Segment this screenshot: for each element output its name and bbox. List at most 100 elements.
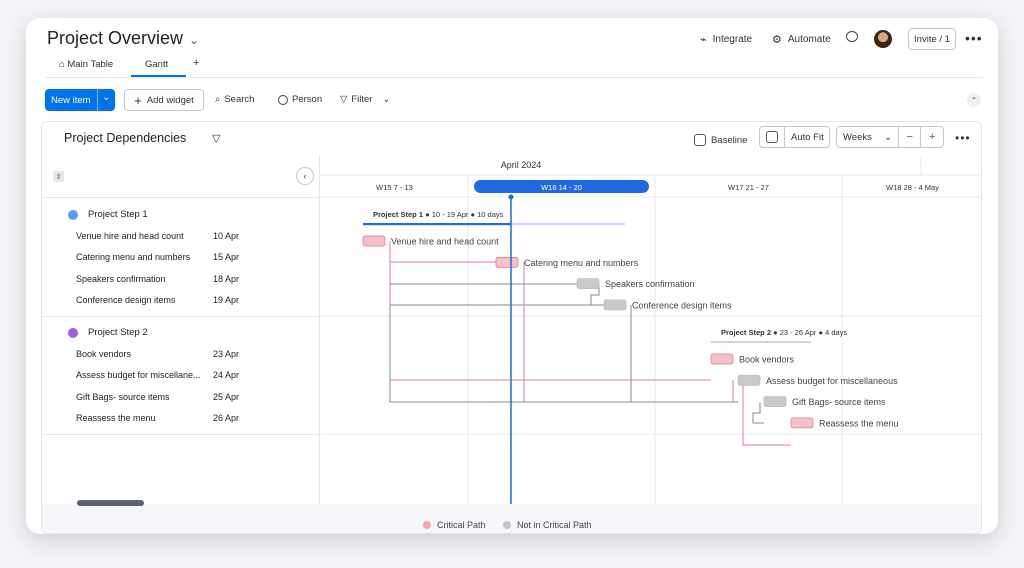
divider: [97, 89, 98, 111]
group-color-dot: [68, 210, 78, 220]
board-title[interactable]: Project Overview ⌄: [47, 28, 199, 49]
person-filter-button[interactable]: Person: [278, 94, 322, 105]
app-window: Project Overview ⌄ ⌁ Integrate ⚙ Automate I…: [26, 18, 998, 534]
task-bar: [763, 396, 787, 408]
month-label: April 2024: [501, 160, 542, 170]
add-widget-button[interactable]: + Add widget: [124, 89, 204, 111]
tab-gantt[interactable]: Gantt: [145, 59, 168, 70]
group-summary-label: Project Step 2 ● 23 - 26 Apr ● 4 days: [721, 328, 847, 337]
zoom-out-button[interactable]: −: [897, 126, 921, 148]
task-bar-label: Assess budget for miscellaneous: [766, 376, 898, 386]
group-summary-bar: [711, 341, 811, 343]
auto-fit-button[interactable]: Auto Fit: [759, 126, 830, 148]
task-bar: [737, 374, 761, 386]
task-date[interactable]: 25 Apr: [213, 392, 239, 402]
collapse-all-icon[interactable]: ⇕: [53, 171, 64, 182]
task-name[interactable]: Assess budget for miscellane...: [76, 370, 201, 380]
task-name[interactable]: Reassess the menu: [76, 413, 156, 423]
integrate-button[interactable]: ⌁ Integrate: [700, 33, 752, 46]
group-divider: [42, 316, 320, 317]
chevron-down-icon: ⌄: [382, 94, 391, 105]
robot-icon: ⚙: [772, 34, 782, 46]
task-bar: [495, 256, 519, 268]
calendar-icon: [766, 131, 778, 143]
task-date[interactable]: 10 Apr: [213, 231, 239, 241]
baseline-icon: [694, 134, 706, 146]
task-bar: [576, 278, 600, 289]
filter-icon: ▽: [340, 94, 348, 105]
plug-icon: ⌁: [700, 34, 707, 46]
chat-icon[interactable]: [846, 31, 858, 42]
today-marker: [508, 194, 514, 200]
task-bar-label: Reassess the menu: [819, 418, 899, 428]
task-date[interactable]: 19 Apr: [213, 295, 239, 305]
dependency-line: [742, 380, 791, 446]
group-name[interactable]: Project Step 2: [88, 327, 148, 338]
task-date[interactable]: 23 Apr: [213, 349, 239, 359]
filter-icon[interactable]: ▽: [212, 132, 220, 145]
zoom-in-button[interactable]: +: [920, 126, 943, 148]
avatar[interactable]: [874, 30, 892, 48]
task-list: ⇕ ‹ Project Step 1 Venue hire and head co…: [42, 155, 320, 533]
header-divider: [42, 197, 320, 198]
task-name[interactable]: Conference design items: [76, 295, 176, 305]
gantt-svg: April 2024 W15 7 - 13 W16 14 - 20 W17 21 - …: [321, 155, 981, 533]
task-bar: [362, 235, 386, 247]
divider: [45, 77, 983, 78]
chevron-down-icon: ⌄: [883, 131, 892, 143]
widget-menu-icon[interactable]: •••: [955, 131, 971, 145]
task-name[interactable]: Gift Bags- source items: [76, 392, 170, 402]
task-bar: [790, 417, 814, 429]
legend-not-critical: Not in Critical Path: [503, 520, 592, 530]
group-color-dot: [68, 328, 78, 338]
tab-main-table[interactable]: ⌂ Main Table: [59, 59, 113, 70]
home-icon: ⌂: [59, 59, 65, 70]
group-summary-label: Project Step 1 ● 10 - 19 Apr ● 10 days: [373, 210, 504, 219]
horizontal-scrollbar[interactable]: [77, 500, 144, 506]
chevron-down-icon[interactable]: ⌄: [189, 33, 199, 47]
automate-button[interactable]: ⚙ Automate: [772, 33, 831, 46]
collapse-header-icon[interactable]: ⌃: [967, 93, 981, 107]
legend-critical: Critical Path: [423, 520, 486, 530]
critical-dot: [423, 521, 431, 529]
invite-button[interactable]: Invite / 1: [908, 28, 956, 50]
week-label: W18 28 - 4 May: [886, 183, 939, 192]
task-date[interactable]: 26 Apr: [213, 413, 239, 423]
filter-button[interactable]: ▽ Filter ⌄: [340, 94, 390, 105]
task-date[interactable]: 15 Apr: [213, 252, 239, 262]
search-button[interactable]: ⌕ Search: [215, 94, 254, 105]
task-bar-label: Conference design items: [632, 300, 732, 310]
task-name[interactable]: Speakers confirmation: [76, 274, 166, 284]
add-view-button[interactable]: +: [193, 57, 199, 69]
widget-title: Project Dependencies: [64, 131, 187, 145]
task-date[interactable]: 24 Apr: [213, 370, 239, 380]
person-icon: [278, 94, 288, 105]
task-bar: [603, 299, 627, 311]
task-name[interactable]: Catering menu and numbers: [76, 252, 190, 262]
task-date[interactable]: 18 Apr: [213, 274, 239, 284]
collapse-list-button[interactable]: ‹: [296, 167, 314, 185]
baseline-toggle[interactable]: Baseline: [694, 134, 747, 146]
gantt-chart: April 2024 W15 7 - 13 W16 14 - 20 W17 21 - …: [321, 155, 981, 533]
dependency-line: [389, 305, 738, 403]
plus-icon: +: [134, 92, 142, 108]
neutral-dot: [503, 521, 511, 529]
group-name[interactable]: Project Step 1: [88, 209, 148, 220]
zoom-control: Weeks ⌄ − +: [836, 126, 944, 148]
group-progress-bar: [363, 223, 511, 226]
group-divider: [42, 434, 320, 435]
chevron-down-icon[interactable]: ⌄: [102, 92, 110, 103]
task-bar-label: Catering menu and numbers: [524, 258, 639, 268]
task-name[interactable]: Venue hire and head count: [76, 231, 184, 241]
task-bar-label: Speakers confirmation: [605, 279, 695, 289]
dependency-line: [752, 402, 764, 424]
zoom-select[interactable]: Weeks ⌄: [837, 132, 898, 143]
new-item-button[interactable]: New item ⌄: [45, 89, 115, 111]
week-label: W16 14 - 20: [541, 183, 582, 192]
task-bar-label: Book vendors: [739, 355, 795, 365]
task-name[interactable]: Book vendors: [76, 349, 131, 359]
search-icon: ⌕: [215, 94, 221, 105]
more-options-icon[interactable]: •••: [965, 30, 983, 46]
week-label: W17 21 - 27: [728, 183, 769, 192]
task-bar-label: Gift Bags- source items: [792, 397, 886, 407]
